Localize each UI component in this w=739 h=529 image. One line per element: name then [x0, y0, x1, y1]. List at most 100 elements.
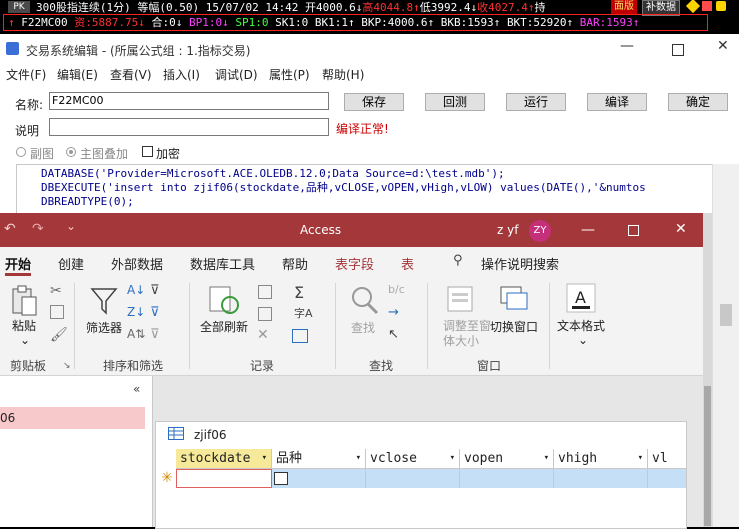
- search-icon[interactable]: ⚲: [453, 253, 463, 268]
- tell-me-search[interactable]: 操作说明搜索: [481, 254, 559, 273]
- code-editor[interactable]: DATABASE('Provider=Microsoft.ACE.OLEDB.1…: [16, 164, 713, 214]
- cell-stockdate[interactable]: [176, 469, 272, 488]
- spelling-icon[interactable]: 字A: [294, 305, 313, 321]
- access-maximize-icon[interactable]: [628, 225, 639, 236]
- run-button[interactable]: 运行: [506, 93, 566, 111]
- refresh-all-icon[interactable]: [208, 285, 240, 315]
- delete-record-icon[interactable]: ✕: [257, 327, 269, 343]
- tab-table-fields[interactable]: 表字段: [335, 254, 374, 273]
- access-scrollbar[interactable]: [703, 213, 712, 527]
- yellow-square-icon[interactable]: [716, 1, 726, 11]
- column-dropdown-icon[interactable]: ▾: [544, 449, 549, 468]
- save-record-icon[interactable]: [258, 307, 272, 321]
- date-picker-icon[interactable]: [274, 472, 288, 485]
- tab-database-tools[interactable]: 数据库工具: [190, 254, 255, 273]
- access-minimize-icon[interactable]: —: [581, 222, 595, 238]
- find-label: 查找: [351, 321, 376, 335]
- desc-field[interactable]: [49, 118, 329, 136]
- pk-badge[interactable]: PK: [8, 1, 30, 13]
- column-header-vclose[interactable]: vclose ▾: [366, 449, 460, 469]
- backtest-button[interactable]: 回测: [425, 93, 485, 111]
- more-icon[interactable]: [292, 329, 308, 343]
- column-header-vlow[interactable]: vl: [648, 449, 686, 469]
- cell-vhigh[interactable]: [554, 469, 648, 488]
- main-overlay-radio[interactable]: [66, 147, 76, 157]
- copy-icon[interactable]: [50, 305, 64, 319]
- menu-debug[interactable]: 调试(D): [215, 66, 258, 83]
- diamond-icon[interactable]: [685, 0, 701, 14]
- access-close-icon[interactable]: ✕: [675, 221, 687, 237]
- avatar[interactable]: ZY: [529, 220, 551, 242]
- ok-button[interactable]: 确定: [668, 93, 728, 111]
- scroll-thumb[interactable]: [720, 304, 732, 326]
- column-header-vopen[interactable]: vopen ▾: [460, 449, 554, 469]
- panel-button[interactable]: 面版: [611, 0, 637, 14]
- paste-icon[interactable]: [10, 285, 38, 317]
- cell-vopen[interactable]: [460, 469, 554, 488]
- editor-scrollbar[interactable]: [712, 164, 739, 527]
- paste-dropdown-icon[interactable]: ⌄: [20, 333, 30, 347]
- sort-ascending-icon[interactable]: A↓: [127, 283, 145, 297]
- column-header-stockdate[interactable]: stockdate ▾: [176, 449, 272, 469]
- save-button[interactable]: 保存: [344, 93, 404, 111]
- up-arrow-icon: ↑: [8, 16, 15, 29]
- nav-item-table[interactable]: 06: [0, 407, 145, 429]
- collapse-nav-icon[interactable]: «: [133, 382, 140, 396]
- column-header-vhigh[interactable]: vhigh ▾: [554, 449, 648, 469]
- tab-external-data[interactable]: 外部数据: [111, 254, 163, 273]
- column-dropdown-icon[interactable]: ▾: [638, 449, 643, 468]
- clipboard-launcher-icon[interactable]: ↘: [63, 361, 71, 371]
- column-header-variety[interactable]: 品种 ▾: [272, 449, 366, 469]
- toggle-filter-icon[interactable]: ⊽: [150, 327, 160, 342]
- tab-create[interactable]: 创建: [58, 254, 84, 273]
- select-all-corner[interactable]: [158, 449, 177, 470]
- tab-home[interactable]: 开始: [5, 254, 31, 273]
- new-record-icon[interactable]: [258, 285, 272, 299]
- totals-icon[interactable]: Σ: [294, 283, 304, 302]
- red-square-icon[interactable]: [702, 1, 712, 11]
- selection-icon[interactable]: ⊽: [150, 283, 160, 298]
- undo-icon[interactable]: ↶: [4, 221, 16, 237]
- table-tab-label[interactable]: zjif06: [194, 428, 226, 442]
- cut-icon[interactable]: ✂: [50, 283, 62, 299]
- find-icon[interactable]: [349, 285, 379, 315]
- column-dropdown-icon[interactable]: ▾: [262, 449, 267, 468]
- cell-vclose[interactable]: [366, 469, 460, 488]
- filter-icon[interactable]: [90, 287, 118, 315]
- user-name: z yf: [497, 223, 519, 237]
- name-field[interactable]: F22MC00: [49, 92, 329, 110]
- switch-window-icon[interactable]: [499, 285, 529, 313]
- menu-properties[interactable]: 属性(P): [269, 66, 310, 83]
- maximize-icon[interactable]: [672, 44, 684, 56]
- compile-button[interactable]: 编译: [587, 93, 647, 111]
- remove-sort-icon[interactable]: A⇅: [127, 327, 145, 341]
- encrypt-checkbox[interactable]: [142, 146, 153, 157]
- select-icon[interactable]: ↖: [388, 327, 399, 342]
- text-format-icon[interactable]: A: [566, 283, 596, 313]
- close-icon[interactable]: ✕: [717, 38, 729, 54]
- menu-help[interactable]: 帮助(H): [322, 66, 364, 83]
- customize-qat-icon[interactable]: ⌄: [66, 219, 76, 233]
- menu-edit[interactable]: 编辑(E): [57, 66, 98, 83]
- cell-variety[interactable]: [272, 469, 366, 488]
- minimize-icon[interactable]: —: [620, 38, 634, 54]
- size-to-fit-icon[interactable]: [446, 285, 474, 313]
- format-painter-icon[interactable]: 🖌: [50, 327, 68, 343]
- tab-table[interactable]: 表: [401, 254, 414, 273]
- text-format-dropdown-icon[interactable]: ⌄: [578, 333, 588, 347]
- column-dropdown-icon[interactable]: ▾: [450, 449, 455, 468]
- menu-file[interactable]: 文件(F): [6, 66, 46, 83]
- sort-descending-icon[interactable]: Z↓: [127, 305, 145, 319]
- cell-vlow[interactable]: [648, 469, 686, 488]
- advanced-filter-icon[interactable]: ⊽: [150, 305, 160, 320]
- column-dropdown-icon[interactable]: ▾: [356, 449, 361, 468]
- menu-insert[interactable]: 插入(I): [163, 66, 200, 83]
- menu-view[interactable]: 查看(V): [110, 66, 152, 83]
- redo-icon[interactable]: ↷: [32, 221, 44, 237]
- goto-icon[interactable]: →: [388, 305, 399, 320]
- access-scroll-thumb[interactable]: [704, 386, 711, 526]
- new-record-marker[interactable]: ✳: [158, 469, 177, 488]
- replace-icon[interactable]: b/c: [388, 283, 405, 296]
- tab-help[interactable]: 帮助: [282, 254, 308, 273]
- sub-chart-radio[interactable]: [16, 147, 26, 157]
